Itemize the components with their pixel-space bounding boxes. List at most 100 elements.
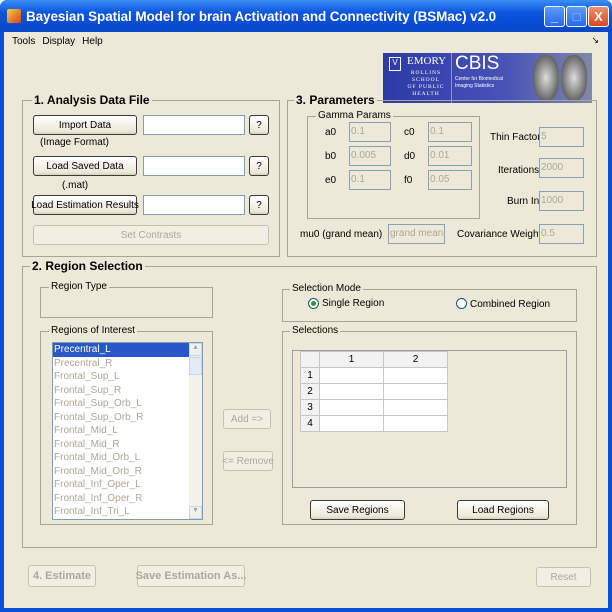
- logo-cbis: CBIS: [455, 53, 500, 74]
- maximize-button[interactable]: □: [566, 6, 587, 27]
- e0-label: e0: [325, 175, 337, 186]
- table-cell[interactable]: [383, 399, 448, 416]
- load-saved-data-field[interactable]: [143, 156, 245, 176]
- list-item[interactable]: Precentral_R: [53, 357, 189, 371]
- table-cell[interactable]: [383, 415, 448, 432]
- mu0-label: mu0 (grand mean): [300, 229, 383, 240]
- menu-help[interactable]: Help: [82, 36, 103, 47]
- save-estimation-as-button[interactable]: Save Estimation As...: [136, 565, 246, 587]
- table-row: 3: [300, 399, 448, 416]
- b0-label: b0: [325, 151, 337, 162]
- section3-title: 3. Parameters: [294, 93, 377, 107]
- table-cell[interactable]: [319, 415, 384, 432]
- a0-label: a0: [325, 127, 337, 138]
- menu-display[interactable]: Display: [42, 36, 75, 47]
- load-saved-data-button[interactable]: Load Saved Data: [33, 156, 137, 176]
- save-regions-button[interactable]: Save Regions: [310, 500, 405, 520]
- list-item[interactable]: Frontal_Mid_L: [53, 424, 189, 438]
- scroll-down-icon[interactable]: ▼: [189, 506, 202, 519]
- covariance-weight-field[interactable]: 0.5: [539, 224, 584, 244]
- table-row: 4: [300, 415, 448, 432]
- add-region-button[interactable]: Add =>: [223, 409, 271, 429]
- close-button[interactable]: X: [588, 6, 609, 27]
- burn-in-field[interactable]: 1000: [539, 191, 584, 211]
- list-item[interactable]: Frontal_Sup_L: [53, 370, 189, 384]
- estimate-button[interactable]: 4. Estimate: [28, 565, 96, 587]
- row-header: 2: [300, 383, 320, 400]
- load-results-field[interactable]: [143, 195, 245, 215]
- c0-field[interactable]: 0.1: [428, 122, 472, 142]
- column-header: 2: [383, 351, 448, 368]
- table-row: 2: [300, 383, 448, 400]
- f0-field[interactable]: 0.05: [428, 170, 472, 190]
- logo-cbis-subtitle: Center for Biomedical Imaging Statistics: [455, 76, 504, 89]
- thin-factor-field[interactable]: 5: [539, 127, 584, 147]
- combined-region-radio[interactable]: [456, 298, 467, 309]
- import-data-button[interactable]: Import Data: [33, 115, 137, 135]
- dock-arrow-icon[interactable]: ↘: [591, 35, 599, 46]
- column-header: 1: [319, 351, 384, 368]
- regions-listbox[interactable]: Precentral_L Precentral_R Frontal_Sup_L Fro…: [52, 342, 203, 520]
- menu-tools[interactable]: Tools: [12, 36, 35, 47]
- list-item[interactable]: Frontal_Sup_Orb_R: [53, 411, 189, 425]
- load-help-button[interactable]: ?: [249, 156, 269, 176]
- b0-field[interactable]: 0.005: [349, 146, 391, 166]
- section2-title: 2. Region Selection: [30, 259, 145, 273]
- gamma-params-title: Gamma Params: [316, 110, 393, 121]
- e0-field[interactable]: 0.1: [349, 170, 391, 190]
- single-region-radio[interactable]: [308, 298, 319, 309]
- logo-emory: EMORY: [407, 55, 447, 67]
- row-header: 1: [300, 367, 320, 384]
- list-item[interactable]: Frontal_Inf_Tri_L: [53, 505, 189, 519]
- regions-of-interest-title: Regions of Interest: [49, 325, 137, 336]
- brain-image: [533, 55, 559, 101]
- list-item[interactable]: Frontal_Inf_Oper_R: [53, 492, 189, 506]
- emory-cbis-logo: V EMORY ROLLINS SCHOOL OF PUBLIC HEALTH …: [383, 53, 592, 103]
- set-contrasts-button[interactable]: Set Contrasts: [33, 225, 269, 245]
- remove-region-button[interactable]: <= Remove: [222, 451, 274, 471]
- f0-label: f0: [404, 175, 413, 186]
- table-cell[interactable]: [319, 383, 384, 400]
- table-cell[interactable]: [383, 367, 448, 384]
- d0-field[interactable]: 0.01: [428, 146, 472, 166]
- table-cell[interactable]: [383, 383, 448, 400]
- load-estimation-results-button[interactable]: Load Estimation Results: [31, 195, 139, 215]
- thin-factor-label: Thin Factor:: [490, 132, 544, 143]
- title-bar: Bayesian Spatial Model for brain Activat…: [0, 0, 612, 32]
- section1-title: 1. Analysis Data File: [32, 93, 152, 107]
- minimize-button[interactable]: _: [544, 6, 565, 27]
- list-item[interactable]: Precentral_L: [53, 343, 189, 357]
- a0-field[interactable]: 0.1: [349, 122, 391, 142]
- import-data-field[interactable]: [143, 115, 245, 135]
- listbox-scrollbar[interactable]: ▲ ▼: [189, 343, 202, 519]
- selections-table[interactable]: 12 1234: [292, 350, 567, 488]
- region-type-title: Region Type: [49, 281, 109, 292]
- table-header-row: 12: [300, 351, 448, 368]
- table-cell[interactable]: [319, 367, 384, 384]
- list-item[interactable]: Frontal_Mid_Orb_R: [53, 465, 189, 479]
- import-help-button[interactable]: ?: [249, 115, 269, 135]
- row-header: 3: [300, 399, 320, 416]
- list-item[interactable]: Frontal_Mid_R: [53, 438, 189, 452]
- row-header: 4: [300, 415, 320, 432]
- list-item[interactable]: Frontal_Mid_Orb_L: [53, 451, 189, 465]
- scrollbar-thumb[interactable]: [189, 357, 202, 375]
- results-help-button[interactable]: ?: [249, 195, 269, 215]
- import-format-note: (Image Format): [40, 137, 109, 148]
- table-row: 1: [300, 367, 448, 384]
- list-item[interactable]: Frontal_Inf_Oper_L: [53, 478, 189, 492]
- reset-button[interactable]: Reset: [536, 567, 591, 587]
- brain-image: [561, 55, 587, 101]
- table-cell[interactable]: [319, 399, 384, 416]
- scroll-up-icon[interactable]: ▲: [189, 343, 202, 356]
- load-regions-button[interactable]: Load Regions: [457, 500, 549, 520]
- app-icon: [7, 9, 21, 23]
- menu-bar: Tools Display Help ↘: [4, 32, 608, 50]
- window-title: Bayesian Spatial Model for brain Activat…: [26, 9, 497, 24]
- burn-in-label: Burn In:: [507, 196, 543, 207]
- c0-label: c0: [404, 127, 415, 138]
- list-item[interactable]: Frontal_Sup_Orb_L: [53, 397, 189, 411]
- list-item[interactable]: Frontal_Sup_R: [53, 384, 189, 398]
- iterations-field[interactable]: 2000: [539, 158, 584, 178]
- mu0-field[interactable]: grand mean: [388, 224, 445, 244]
